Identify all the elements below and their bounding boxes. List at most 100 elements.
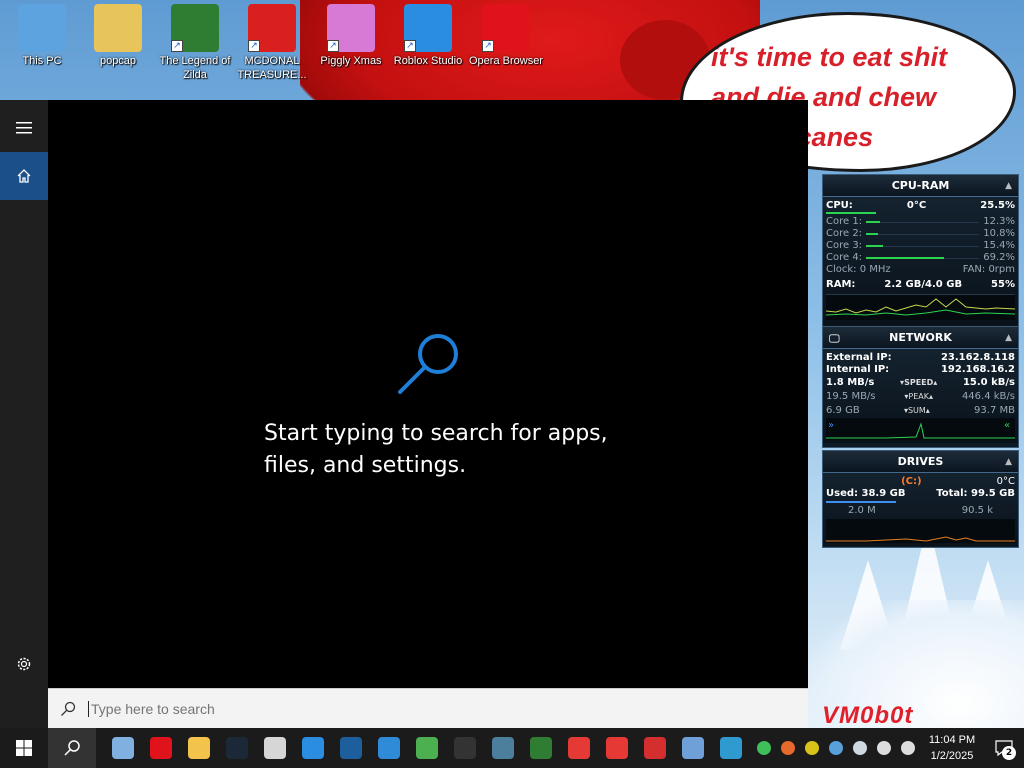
taskbar-app[interactable] xyxy=(370,728,408,768)
cpu-ram-title: CPU-RAM xyxy=(891,179,950,192)
taskbar-app[interactable] xyxy=(522,728,560,768)
desktop-icon[interactable]: ↗ The Legend of Zilda xyxy=(157,4,233,82)
taskbar-app[interactable] xyxy=(294,728,332,768)
opera-icon: ↗ xyxy=(482,4,530,52)
taskbar-app[interactable] xyxy=(180,728,218,768)
taskbar-app[interactable] xyxy=(484,728,522,768)
fan-speed: FAN: 0rpm xyxy=(962,264,1015,275)
desktop-icon-label: The Legend of Zilda xyxy=(159,55,231,81)
tray-item[interactable] xyxy=(896,728,920,768)
app-window-icon xyxy=(492,737,514,759)
ram-graph xyxy=(825,294,1016,320)
taskbar-app[interactable] xyxy=(218,728,256,768)
desktop-icon-label: MCDONAL TREASURE... xyxy=(237,55,307,81)
ram-usage: 2.2 GB/4.0 GB xyxy=(884,279,963,290)
core-bar-track xyxy=(866,232,979,235)
upload-sum: 93.7 MB xyxy=(974,405,1015,416)
collapse-arrow-icon[interactable]: ▲ xyxy=(1005,181,1012,191)
core-label: Core 1: xyxy=(826,216,863,227)
download-sum: 6.9 GB xyxy=(826,405,860,416)
search-input[interactable] xyxy=(88,700,768,717)
desktop-icon[interactable]: ↗ MCDONAL TREASURE... xyxy=(234,4,310,82)
taskbar-app[interactable] xyxy=(256,728,294,768)
core-value: 69.2% xyxy=(983,252,1015,263)
taskbar-search-button[interactable] xyxy=(48,728,96,768)
core-value: 15.4% xyxy=(983,240,1015,251)
tray-item[interactable] xyxy=(824,728,848,768)
download-arrow-icon: » xyxy=(828,420,834,431)
internal-ip-row: Internal IP: 192.168.16.2 xyxy=(826,364,1015,376)
taskbar-app[interactable] xyxy=(560,728,598,768)
taskbar-search-box[interactable] xyxy=(48,688,808,728)
core-row: Core 4: 69.2% xyxy=(826,252,1015,264)
spreadsheet-icon xyxy=(530,737,552,759)
tray-item[interactable] xyxy=(776,728,800,768)
drives-body: (C:) 0°C Used: 38.9 GB Total: 99.5 GB 2.… xyxy=(823,473,1018,546)
home-button[interactable] xyxy=(0,152,48,200)
sum-row: 6.9 GB ▾SUM▴ 93.7 MB xyxy=(826,404,1015,418)
obs-icon xyxy=(454,737,476,759)
green-arrows-icon xyxy=(757,741,771,755)
drop-icon xyxy=(853,741,867,755)
desktop-icon[interactable]: popcap xyxy=(80,4,156,68)
collapse-arrow-icon[interactable]: ▲ xyxy=(1005,333,1012,343)
ram-label: RAM: xyxy=(826,279,856,290)
taskbar-app[interactable] xyxy=(408,728,446,768)
tray-item[interactable] xyxy=(872,728,896,768)
taskbar-app[interactable] xyxy=(332,728,370,768)
virtualbox-icon xyxy=(340,737,362,759)
drive-write: 90.5 k xyxy=(961,505,993,516)
tray-item[interactable] xyxy=(800,728,824,768)
ram-percent: 55% xyxy=(991,279,1015,290)
taskbar-app[interactable] xyxy=(712,728,750,768)
hamburger-icon xyxy=(16,122,32,134)
taskbar-app[interactable] xyxy=(636,728,674,768)
desktop-icon[interactable]: ↗ Opera Browser xyxy=(468,4,544,68)
peak-label-wrap: ▾PEAK▴ xyxy=(904,392,934,401)
ethernet-icon xyxy=(877,741,891,755)
core-bar-track xyxy=(866,220,979,223)
taskbar-app[interactable] xyxy=(674,728,712,768)
core-label: Core 3: xyxy=(826,240,863,251)
core-bar xyxy=(866,256,944,259)
drive-io-row: 2.0 M 90.5 k xyxy=(826,505,1015,517)
home-icon xyxy=(17,169,31,183)
large-search-icon xyxy=(398,334,458,394)
menu-button[interactable] xyxy=(0,104,48,152)
core-bar xyxy=(866,220,880,223)
system-tray: 11:04 PM 1/2/2025 2 xyxy=(752,728,1024,768)
taskbar-app[interactable] xyxy=(446,728,484,768)
monitor-icon: 🖵 xyxy=(829,332,840,345)
desktop-icon[interactable]: ↗ Piggly Xmas xyxy=(313,4,389,68)
taskbar-app[interactable] xyxy=(598,728,636,768)
core-row: Core 3: 15.4% xyxy=(826,240,1015,252)
tray-item[interactable] xyxy=(752,728,776,768)
search-panel: Start typing to search for apps, files, … xyxy=(0,100,808,728)
desktop-icon[interactable]: ↗ Roblox Studio xyxy=(390,4,466,68)
shortcut-arrow-icon: ↗ xyxy=(404,40,416,52)
roblox-studio-icon xyxy=(302,737,324,759)
tray-item[interactable] xyxy=(848,728,872,768)
shortcut-arrow-icon: ↗ xyxy=(248,40,260,52)
media-player-icon xyxy=(112,737,134,759)
search-icon xyxy=(64,740,80,756)
speed-row: 1.8 MB/s ▾SPEED▴ 15.0 kB/s xyxy=(826,376,1015,390)
settings-button[interactable] xyxy=(0,640,48,688)
gear-icon xyxy=(17,657,31,671)
yandex-icon xyxy=(606,737,628,759)
taskbar-app[interactable] xyxy=(142,728,180,768)
desktop-icon[interactable]: This PC xyxy=(4,4,80,68)
speed-label-wrap: ▾SPEED▴ xyxy=(900,378,938,387)
core-bar xyxy=(866,244,883,247)
ie-old-icon xyxy=(720,737,742,759)
clock[interactable]: 11:04 PM 1/2/2025 xyxy=(920,732,984,764)
core-label: Core 4: xyxy=(826,252,863,263)
cpu-ram-body: CPU: 0°C 25.5% Core 1: 12.3% Core 2: 10.8% C… xyxy=(823,197,1018,326)
taskbar-app[interactable] xyxy=(104,728,142,768)
collapse-arrow-icon[interactable]: ▲ xyxy=(1005,457,1012,467)
notifications-button[interactable]: 2 xyxy=(984,728,1024,768)
start-button[interactable] xyxy=(0,728,48,768)
cpu-ram-gadget: CPU-RAM ▲ CPU: 0°C 25.5% Core 1: 12.3% Cor… xyxy=(822,174,1019,326)
file-explorer-icon xyxy=(188,737,210,759)
download-peak: 19.5 MB/s xyxy=(826,391,876,402)
